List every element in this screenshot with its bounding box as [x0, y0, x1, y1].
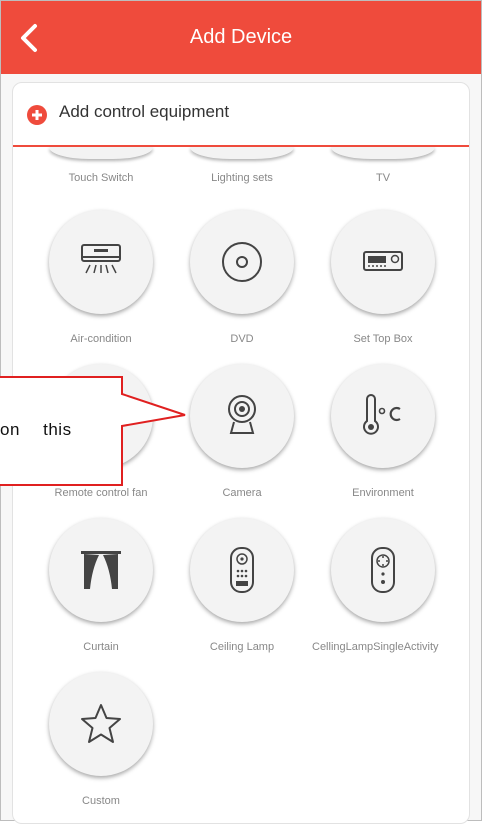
device-button[interactable] [331, 518, 435, 622]
thermometer-icon [363, 394, 401, 435]
back-button[interactable] [15, 21, 45, 55]
plus-circle-icon [27, 105, 47, 125]
device-custom[interactable]: Custom [26, 672, 176, 808]
device-label: Camera [222, 487, 262, 499]
disc-icon [222, 242, 262, 282]
device-label: DVD [230, 333, 254, 345]
tv-button[interactable] [331, 147, 435, 159]
device-button[interactable] [190, 210, 294, 314]
app-header: Add Device [1, 1, 481, 74]
device-button[interactable] [331, 210, 435, 314]
device-environment[interactable]: Environment [308, 364, 458, 500]
remote-icon [230, 547, 254, 593]
chevron-left-icon [21, 24, 37, 52]
device-air-condition[interactable]: Air-condition [26, 210, 176, 346]
device-label: CellingLampSingleActivity [312, 641, 439, 653]
device-label: Set Top Box [353, 333, 413, 345]
device-button[interactable] [190, 364, 294, 468]
device-button[interactable] [331, 364, 435, 468]
device-label: Remote control fan [54, 487, 148, 499]
device-button[interactable] [49, 672, 153, 776]
device-button[interactable] [190, 518, 294, 622]
add-control-equipment-row[interactable]: Add control equipment [13, 83, 469, 145]
lighting-sets-button[interactable] [190, 147, 294, 159]
device-label: Ceiling Lamp [209, 641, 275, 653]
device-label: Touch Switch [68, 172, 134, 184]
device-label: TV [375, 172, 391, 184]
air-conditioner-icon [81, 244, 121, 274]
add-control-equipment-label: Add control equipment [59, 102, 230, 121]
device-label: Curtain [83, 641, 119, 653]
star-icon [81, 704, 121, 743]
device-label: Lighting sets [211, 172, 273, 184]
set-top-box-icon [363, 251, 403, 271]
device-ceiling-lamp[interactable]: Ceiling Lamp [167, 518, 317, 654]
device-curtain[interactable]: Curtain [26, 518, 176, 654]
device-camera[interactable]: Camera [167, 364, 317, 500]
device-celling-lamp-single-activity[interactable]: CellingLampSingleActivity [308, 518, 458, 654]
page-title: Add Device [189, 26, 293, 48]
camera-icon [228, 395, 256, 434]
touch-switch-button[interactable] [49, 147, 153, 159]
device-button[interactable] [49, 518, 153, 622]
device-label: Custom [82, 795, 120, 807]
device-set-top-box[interactable]: Set Top Box [308, 210, 458, 346]
device-label: Air-condition [70, 333, 132, 345]
callout-text: on this [0, 420, 72, 439]
single-remote-icon [371, 547, 395, 593]
curtain-icon [81, 551, 121, 589]
device-dvd[interactable]: DVD [167, 210, 317, 346]
device-label: Environment [352, 487, 414, 499]
device-button[interactable] [49, 210, 153, 314]
